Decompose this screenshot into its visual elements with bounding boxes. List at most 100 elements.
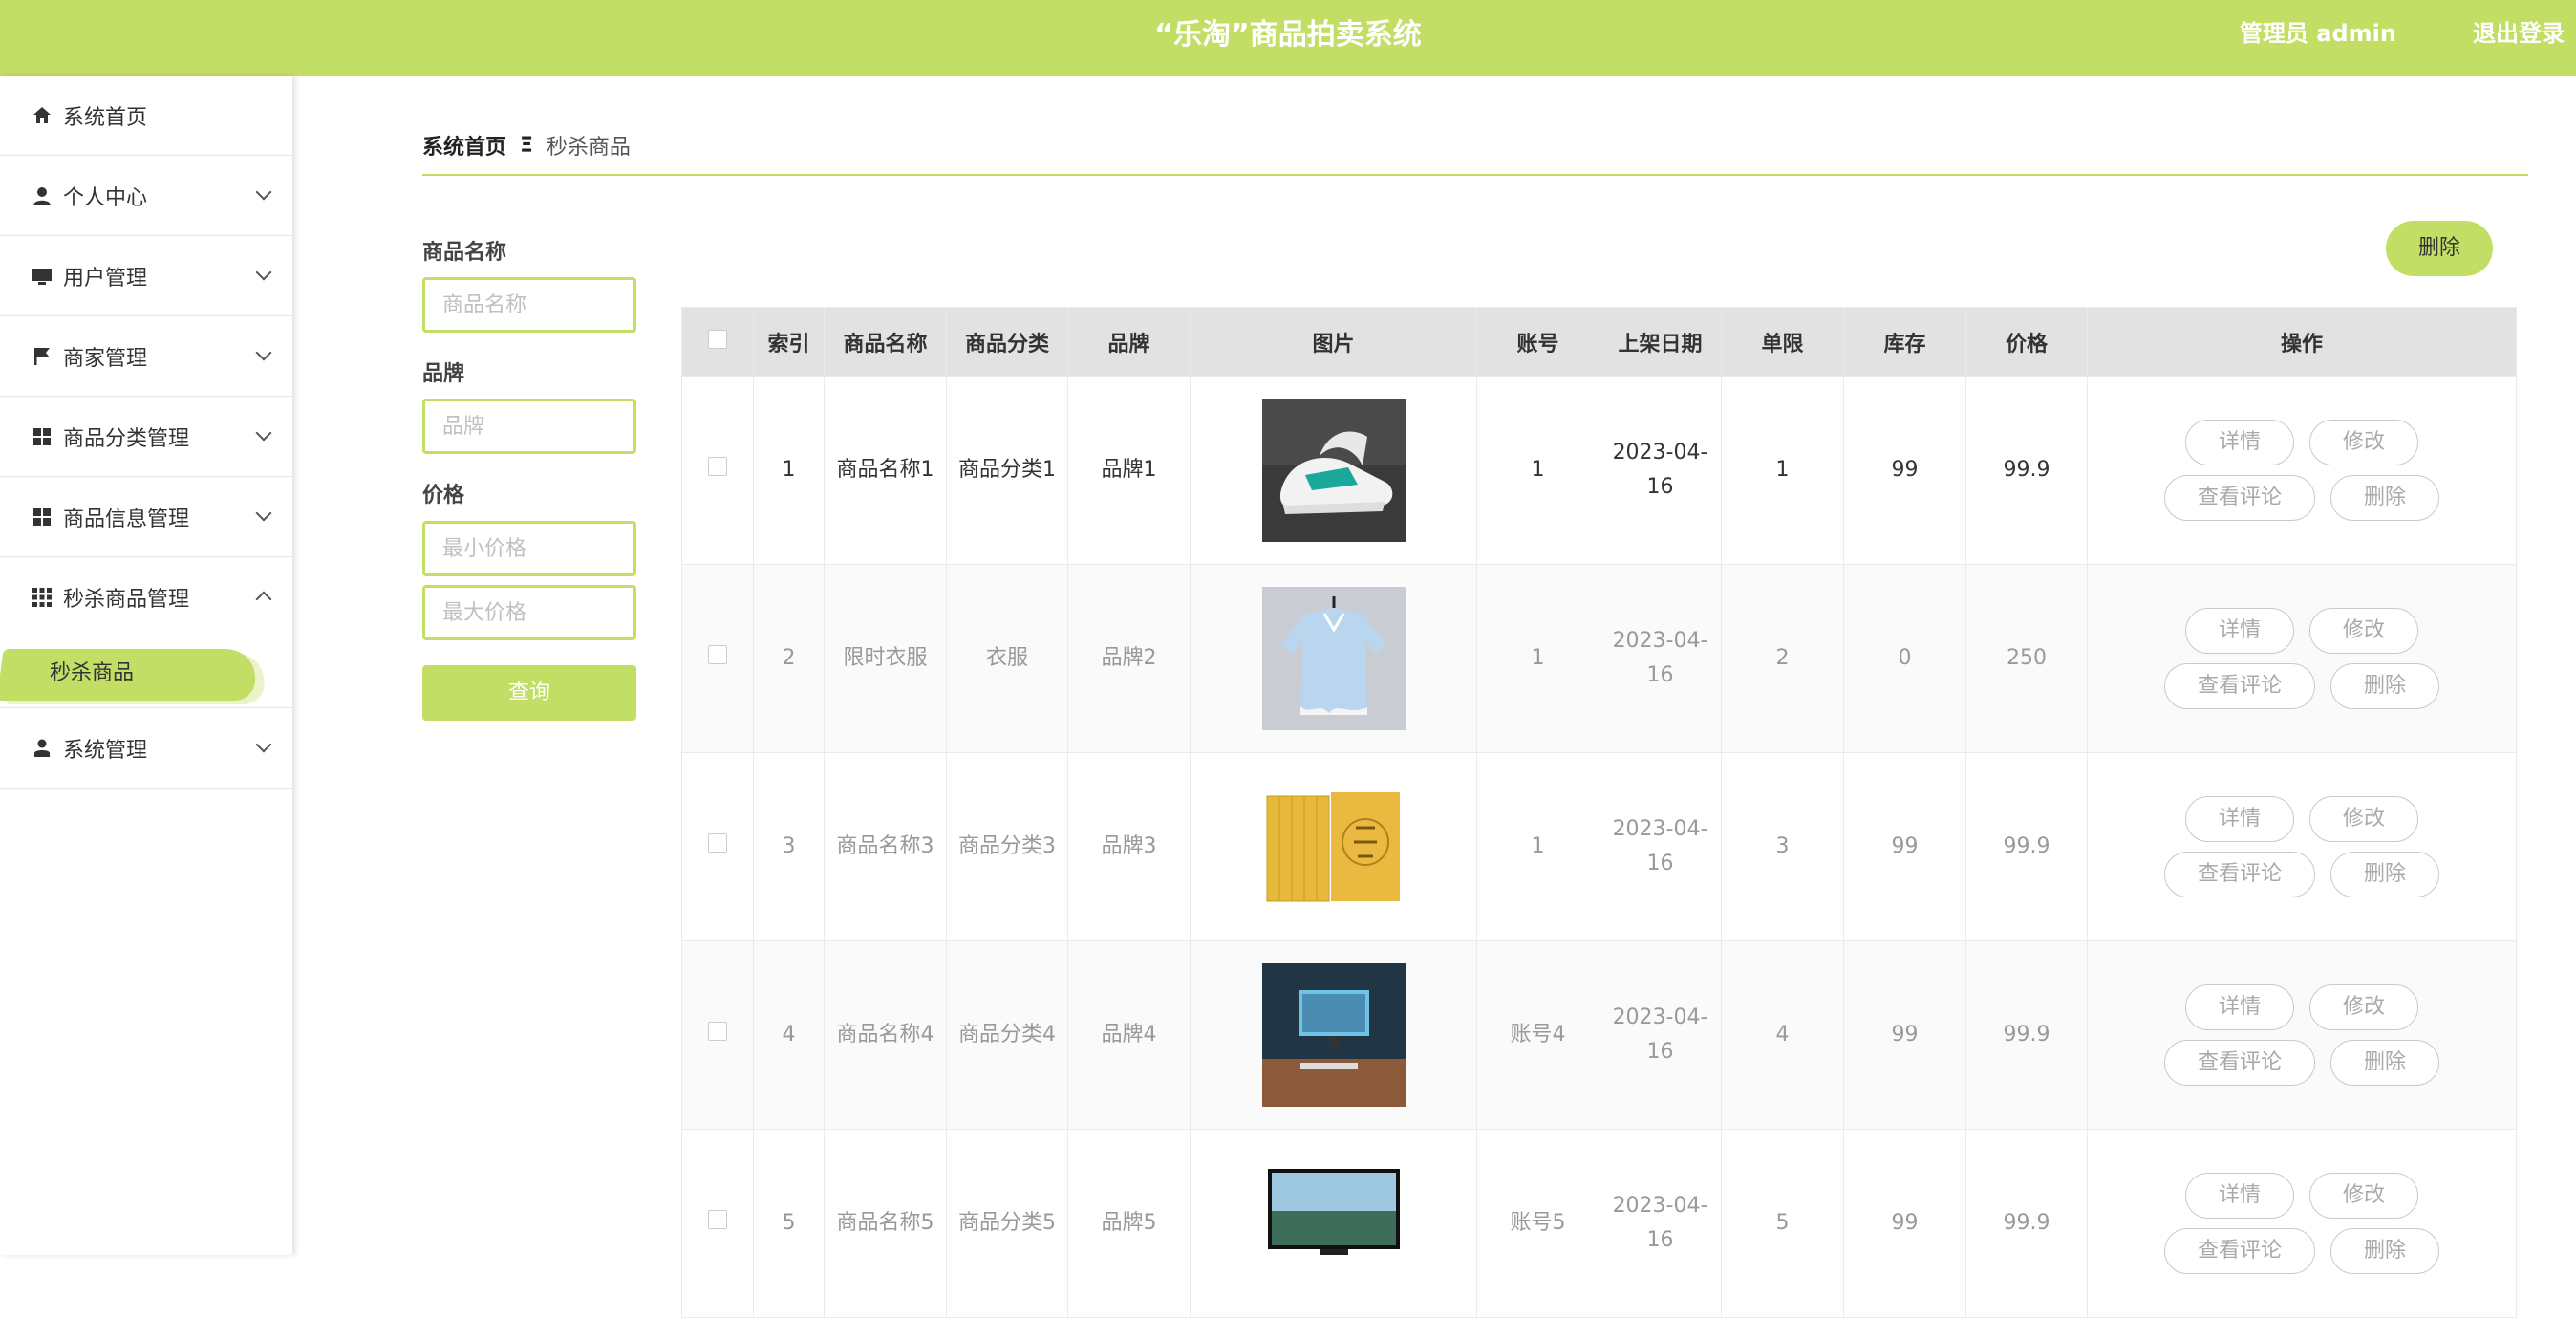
table-row[interactable]: 1 商品名称1 商品分类1 品牌1 1 2023-04-16 1 99 99.9 [681, 376, 2517, 565]
batch-delete-button[interactable]: 删除 [2386, 221, 2493, 276]
cell-account: 1 [1476, 564, 1599, 753]
edit-button[interactable]: 修改 [2309, 796, 2418, 842]
sidebar-item-product-info[interactable]: 商品信息管理 [0, 477, 292, 557]
table-row[interactable]: 4 商品名称4 商品分类4 品牌4 账号4 2023-04-16 4 99 99… [681, 940, 2517, 1130]
product-image-desk-monitor[interactable] [1261, 963, 1406, 1107]
detail-button[interactable]: 详情 [2185, 608, 2294, 654]
view-comments-button[interactable]: 查看评论 [2164, 663, 2315, 709]
column-header: 账号 [1476, 307, 1599, 377]
sidebar: 系统首页 个人中心 用户管理 商家管理 商品分类管理 商品信息管理 秒杀商品管理… [0, 76, 292, 1255]
sidebar-subitem-flash-sale-products[interactable]: 秒杀商品 [50, 655, 134, 693]
cell-price: 250 [1965, 564, 2088, 753]
sidebar-item-category[interactable]: 商品分类管理 [0, 397, 292, 477]
cell-stock: 99 [1843, 1129, 1966, 1318]
sidebar-item-label: 个人中心 [63, 185, 148, 210]
cell-date: 2023-04-16 [1599, 1129, 1722, 1318]
sidebar-item-label: 商家管理 [63, 346, 148, 371]
max-price-input[interactable] [422, 585, 636, 640]
delete-button[interactable]: 删除 [2330, 475, 2439, 521]
table-row[interactable]: 2 限时衣服 衣服 品牌2 1 2023-04-16 2 0 250 详情修改 [681, 564, 2517, 753]
user-icon [31, 737, 54, 760]
detail-button[interactable]: 详情 [2185, 984, 2294, 1030]
row-checkbox[interactable] [708, 457, 727, 476]
product-image-books[interactable] [1261, 775, 1406, 918]
detail-button[interactable]: 详情 [2185, 420, 2294, 465]
view-comments-button[interactable]: 查看评论 [2164, 1228, 2315, 1274]
brand-filter-label: 品牌 [422, 362, 465, 386]
detail-button[interactable]: 详情 [2185, 796, 2294, 842]
cell-brand: 品牌1 [1067, 376, 1191, 565]
cell-price: 99.9 [1965, 752, 2088, 941]
delete-button[interactable]: 删除 [2330, 1228, 2439, 1274]
breadcrumb-divider [422, 174, 2528, 176]
product-image-tv[interactable] [1261, 1152, 1406, 1295]
row-checkbox[interactable] [708, 645, 727, 664]
row-checkbox[interactable] [708, 1022, 727, 1041]
edit-button[interactable]: 修改 [2309, 1173, 2418, 1219]
cell-account: 1 [1476, 752, 1599, 941]
brand-filter-input[interactable] [422, 399, 636, 454]
delete-button[interactable]: 删除 [2330, 852, 2439, 897]
column-header: 图片 [1190, 307, 1477, 377]
row-actions: 详情 修改 查看评论 删除 [2088, 984, 2516, 1086]
home-icon [31, 104, 54, 127]
chevron-down-icon [255, 344, 272, 361]
row-checkbox[interactable] [708, 833, 727, 853]
select-all-checkbox[interactable] [708, 329, 727, 349]
chevron-down-icon [255, 736, 272, 753]
cell-date: 2023-04-16 [1599, 376, 1722, 565]
breadcrumb-separator-icon: Ξ [520, 133, 533, 158]
cell-name: 商品名称5 [824, 1129, 947, 1318]
view-comments-button[interactable]: 查看评论 [2164, 1040, 2315, 1086]
breadcrumb: 系统首页 Ξ 秒杀商品 [422, 130, 631, 161]
person-icon [31, 184, 54, 207]
sidebar-item-personal[interactable]: 个人中心 [0, 156, 292, 236]
sidebar-item-home[interactable]: 系统首页 [0, 76, 292, 156]
cell-index: 5 [753, 1129, 825, 1318]
min-price-input[interactable] [422, 521, 636, 576]
name-filter-input[interactable] [422, 277, 636, 333]
row-checkbox[interactable] [708, 1210, 727, 1229]
product-image-sneaker[interactable] [1261, 399, 1406, 542]
flag-icon [31, 345, 54, 368]
view-comments-button[interactable]: 查看评论 [2164, 475, 2315, 521]
sidebar-item-merchants[interactable]: 商家管理 [0, 316, 292, 397]
cell-index: 1 [753, 376, 825, 565]
cell-brand: 品牌5 [1067, 1129, 1191, 1318]
cell-stock: 99 [1843, 376, 1966, 565]
table-row[interactable]: 3 商品名称3 商品分类3 品牌3 1 2023-04-16 3 99 99.9… [681, 752, 2517, 941]
cell-category: 商品分类4 [946, 940, 1068, 1130]
select-all-cell [681, 307, 754, 377]
breadcrumb-home[interactable]: 系统首页 [422, 130, 506, 161]
delete-button[interactable]: 删除 [2330, 663, 2439, 709]
sidebar-item-label: 系统首页 [63, 105, 148, 130]
cell-brand: 品牌3 [1067, 752, 1191, 941]
cell-date: 2023-04-16 [1599, 752, 1722, 941]
logout-button[interactable]: 退出登录 [2473, 0, 2565, 67]
cell-limit: 1 [1721, 376, 1844, 565]
sidebar-item-users[interactable]: 用户管理 [0, 236, 292, 316]
edit-button[interactable]: 修改 [2309, 420, 2418, 465]
detail-button[interactable]: 详情 [2185, 1173, 2294, 1219]
cell-index: 2 [753, 564, 825, 753]
delete-button[interactable]: 删除 [2330, 1040, 2439, 1086]
cell-account: 账号5 [1476, 1129, 1599, 1318]
cell-category: 商品分类1 [946, 376, 1068, 565]
row-actions: 详情 修改 查看评论 删除 [2088, 1173, 2516, 1274]
sidebar-item-system[interactable]: 系统管理 [0, 708, 292, 789]
product-image-shirt[interactable] [1261, 587, 1406, 730]
sidebar-item-flash-sale[interactable]: 秒杀商品管理 [0, 557, 292, 637]
column-header: 操作 [2087, 307, 2517, 377]
table-header-row: 索引 商品名称 商品分类 品牌 图片 账号 上架日期 单限 库存 价格 操作 [681, 307, 2517, 377]
cell-category: 商品分类3 [946, 752, 1068, 941]
cell-category: 商品分类5 [946, 1129, 1068, 1318]
table-row[interactable]: 5 商品名称5 商品分类5 品牌5 账号5 2023-04-16 5 99 99… [681, 1129, 2517, 1318]
cell-account: 账号4 [1476, 940, 1599, 1130]
edit-button[interactable]: 修改 [2309, 608, 2418, 654]
chevron-down-icon [255, 424, 272, 442]
query-button[interactable]: 查询 [422, 665, 636, 721]
cell-price: 99.9 [1965, 376, 2088, 565]
view-comments-button[interactable]: 查看评论 [2164, 852, 2315, 897]
cell-name: 限时衣服 [824, 564, 947, 753]
edit-button[interactable]: 修改 [2309, 984, 2418, 1030]
